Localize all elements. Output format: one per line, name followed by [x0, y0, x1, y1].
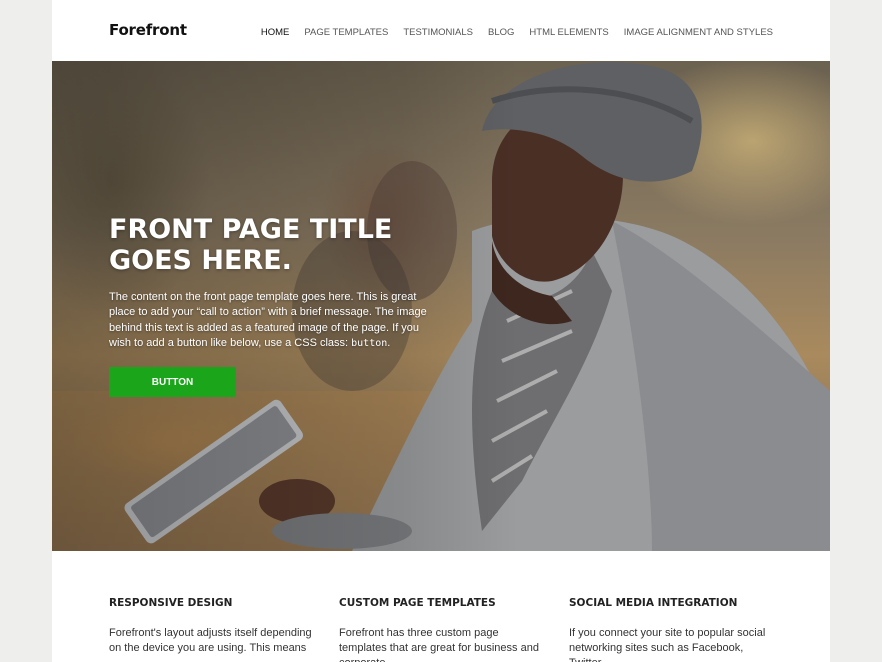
hero-cta-button[interactable]: Button	[109, 367, 236, 397]
nav-item-blog[interactable]: Blog	[488, 27, 514, 38]
nav-item-image-alignment[interactable]: Image Alignment and Styles	[624, 27, 773, 38]
nav-item-page-templates[interactable]: Page Templates	[304, 27, 388, 38]
feature-text: If you connect your site to popular soci…	[569, 627, 766, 662]
hero-featured-image: Front Page Title Goes Here. The content …	[52, 61, 830, 551]
hero-text-code: button	[351, 337, 388, 349]
feature-text: Forefront has three custom page template…	[339, 627, 539, 662]
hero-text-end: .	[387, 336, 391, 349]
feature-social-media-integration: Social Media Integration If you connect …	[569, 597, 779, 662]
feature-responsive-design: Responsive Design Forefront's layout adj…	[109, 597, 319, 662]
feature-title: Responsive Design	[109, 597, 233, 609]
hero-title: Front Page Title Goes Here.	[109, 214, 393, 276]
hero-description: The content on the front page template g…	[109, 290, 427, 351]
site-title[interactable]: Forefront	[109, 21, 187, 39]
nav-item-home[interactable]: Home	[261, 27, 290, 38]
features-section: Responsive Design Forefront's layout adj…	[109, 597, 779, 662]
feature-title: Custom Page Templates	[339, 597, 496, 609]
nav-item-testimonials[interactable]: Testimonials	[403, 27, 473, 38]
nav-item-html-elements[interactable]: HTML Elements	[529, 27, 608, 38]
site-header: Forefront Home Page Templates Testimonia…	[52, 0, 830, 61]
page-container: Forefront Home Page Templates Testimonia…	[52, 0, 830, 662]
feature-title: Social Media Integration	[569, 597, 738, 609]
main-navigation: Home Page Templates Testimonials Blog HT…	[261, 27, 773, 38]
feature-text: Forefront's layout adjusts itself depend…	[109, 627, 312, 654]
feature-custom-page-templates: Custom Page Templates Forefront has thre…	[339, 597, 549, 662]
